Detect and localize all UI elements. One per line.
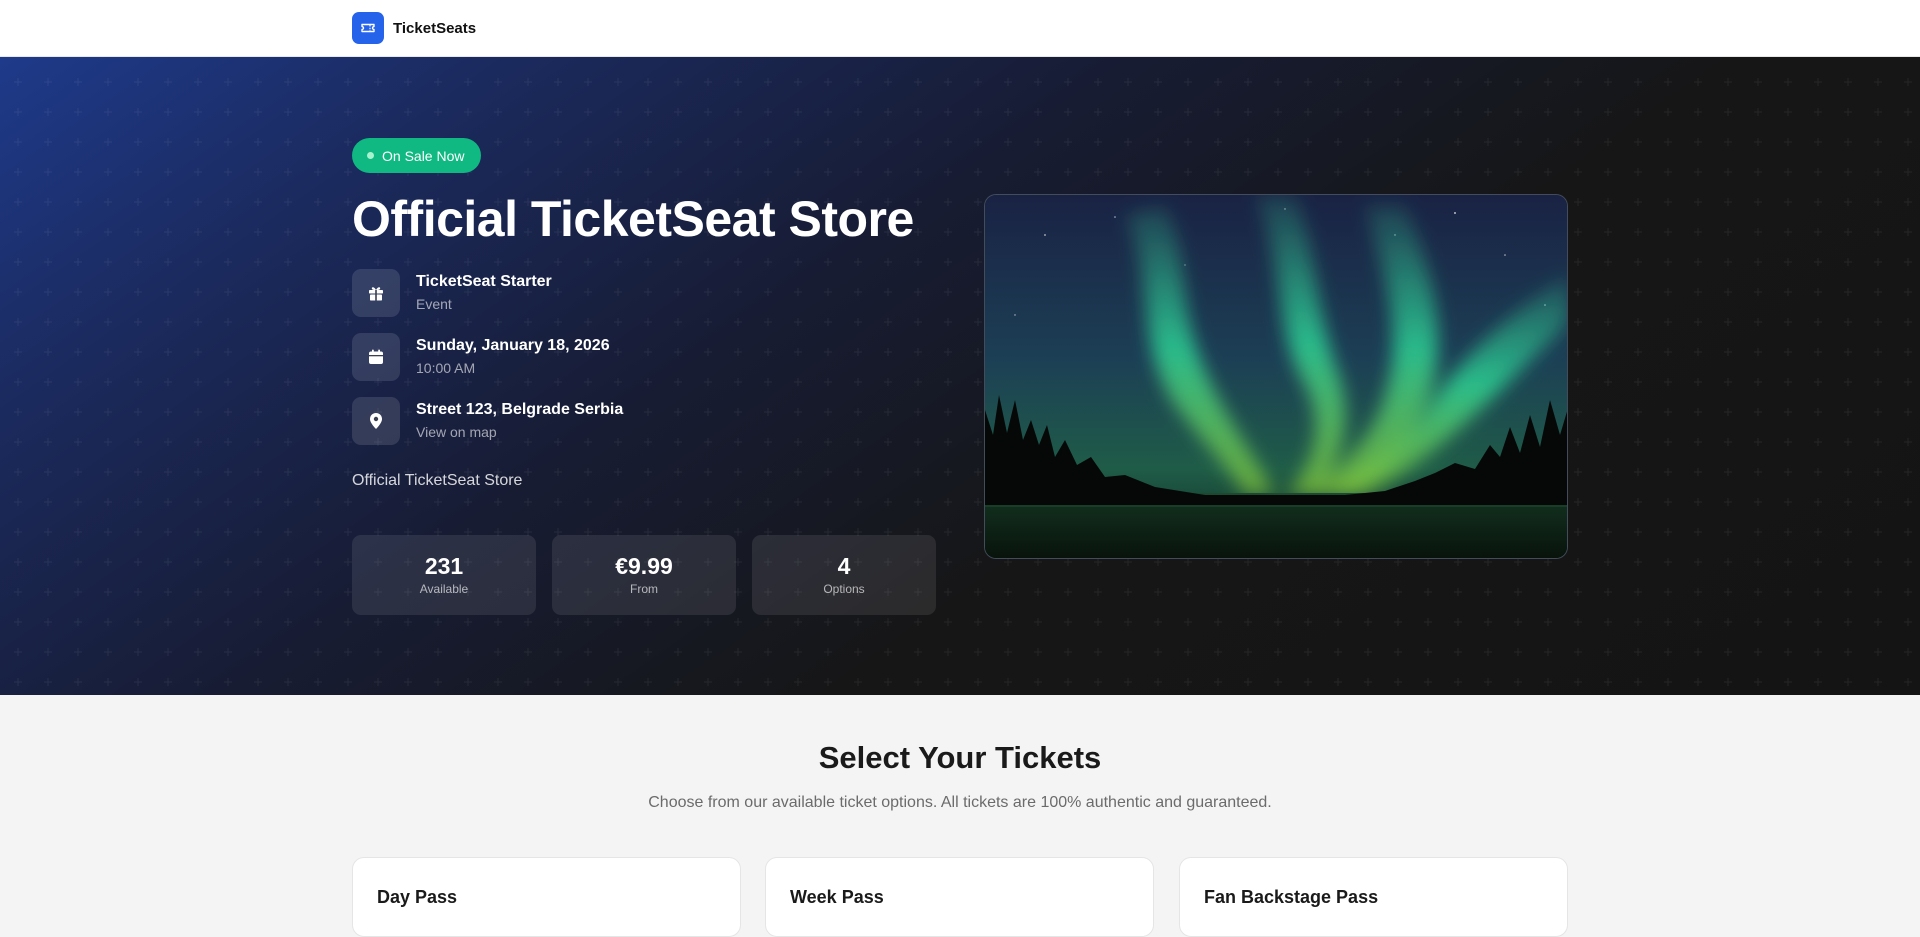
stat-label: Available: [419, 582, 469, 596]
badge-label: On Sale Now: [382, 147, 465, 164]
event-cover-image: [984, 194, 1568, 559]
ticket-name: Day Pass: [377, 887, 458, 907]
on-sale-badge: On Sale Now: [352, 138, 482, 173]
event-title: Official TicketSeat Store: [352, 191, 914, 247]
hero-plus-pattern: [0, 57, 1920, 695]
event-description: Official TicketSeat Store: [352, 472, 523, 489]
ticket-name: Fan Backstage Pass: [1204, 887, 1379, 907]
brand-name: TicketSeats: [393, 19, 477, 37]
brand-home-link[interactable]: TicketSeats: [352, 12, 476, 44]
status-dot-icon: [367, 152, 374, 159]
stat-value: 231: [424, 553, 464, 579]
top-navbar: TicketSeats: [0, 0, 1920, 57]
stat-label: From: [630, 582, 658, 596]
event-time: 10:00 AM: [416, 360, 476, 376]
stat-value: €9.99: [615, 553, 673, 579]
event-hero: [0, 57, 1920, 695]
calendar-icon: [352, 333, 400, 381]
event-address: Street 123, Belgrade Serbia: [416, 401, 624, 418]
stat-value: 4: [837, 553, 851, 579]
stat-available: 231 Available: [352, 535, 536, 615]
event-type-row: TicketSeat Starter Event: [352, 269, 552, 317]
stat-label: Options: [823, 582, 865, 596]
stat-price-from: €9.99 From: [552, 535, 736, 615]
event-type: Event: [416, 296, 452, 312]
ticket-card-day-pass[interactable]: Day Pass: [352, 857, 741, 937]
ticket-icon: [352, 12, 384, 44]
aurora-image: [985, 195, 1567, 558]
location-pin-icon: [352, 397, 400, 445]
event-date: Sunday, January 18, 2026: [416, 337, 610, 354]
tickets-section-title: Select Your Tickets: [818, 740, 1102, 775]
event-name: TicketSeat Starter: [416, 273, 552, 290]
gift-icon: [352, 269, 400, 317]
event-date-row: Sunday, January 18, 2026 10:00 AM: [352, 333, 610, 381]
ticket-card-week-pass[interactable]: Week Pass: [765, 857, 1154, 937]
event-location-row: Street 123, Belgrade Serbia View on map: [352, 397, 623, 445]
ticket-name: Week Pass: [790, 887, 884, 907]
view-on-map-link[interactable]: View on map: [416, 422, 623, 442]
ticket-card-fan-backstage-pass[interactable]: Fan Backstage Pass: [1179, 857, 1568, 937]
stat-options: 4 Options: [752, 535, 936, 615]
tickets-section-subtitle: Choose from our available ticket options…: [648, 794, 1272, 811]
